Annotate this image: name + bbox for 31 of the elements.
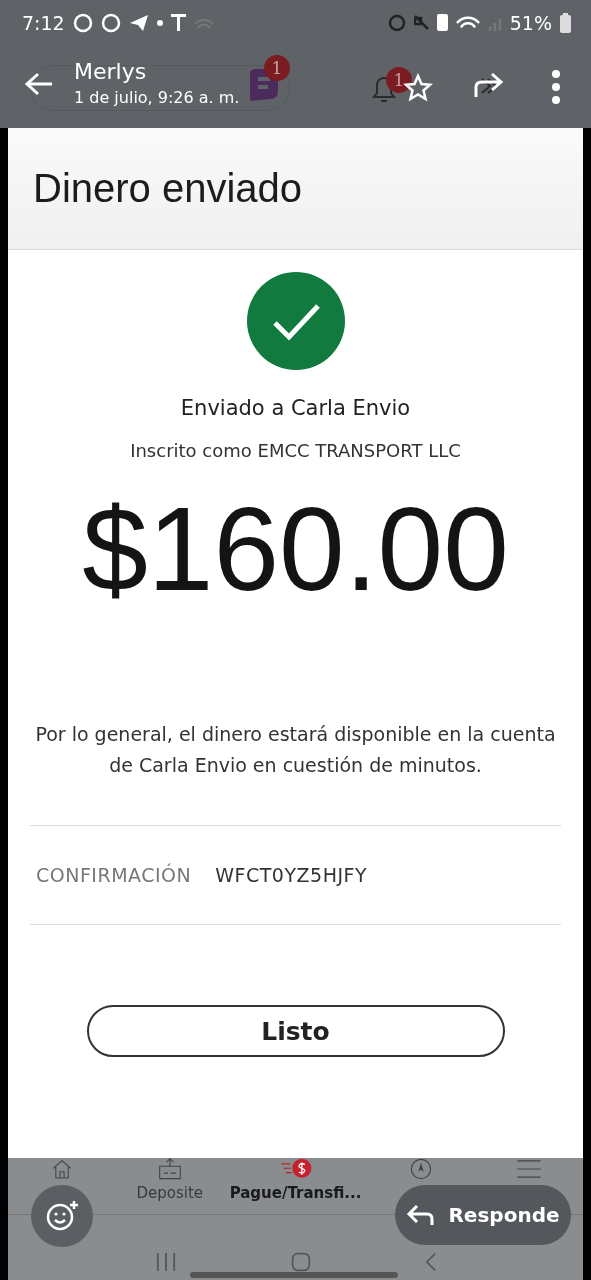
notification-badge: 1 (386, 67, 412, 93)
battery-percentage: 51% (509, 11, 552, 34)
confirmation-label: CONFIRMACIÓN (36, 864, 192, 886)
confirmation-number: WFCT0YZ5HJFY (215, 864, 368, 886)
success-check-icon (246, 272, 345, 370)
alarm-icon (387, 13, 406, 32)
amount-text: $160.00 (82, 482, 509, 617)
star-icon[interactable] (403, 73, 433, 103)
enrolled-name: Inscrito como EMCC TRANSPORT LLC (130, 440, 461, 461)
wifi-icon (193, 16, 214, 29)
more-options-icon[interactable] (550, 69, 562, 105)
status-time: 7:12 (22, 11, 65, 34)
reply-arrow-icon (406, 1203, 437, 1227)
wifi-icon (455, 16, 480, 29)
reply-button[interactable]: Responde (395, 1185, 571, 1245)
smiley-icon (45, 1199, 79, 1233)
page-title: Dinero enviado (33, 166, 303, 211)
carrier-logo-icon (170, 14, 186, 31)
back-icon[interactable] (423, 1252, 438, 1272)
dot-icon (156, 19, 163, 26)
message-date: 1 de julio, 9:26 a. m. (74, 88, 240, 108)
back-arrow-icon[interactable] (24, 71, 54, 97)
paper-plane-icon (128, 13, 149, 32)
sender-name: Merlys (74, 59, 147, 85)
availability-note: Por lo general, el dinero estará disponible en la cuenta de Carla Envio en cuestión de minutos. (34, 722, 557, 778)
battery-icon (560, 12, 571, 33)
battery-saver-icon (436, 14, 448, 31)
recipient-text: Enviado a Carla Envio (180, 396, 411, 420)
done-button[interactable]: Listo (86, 1005, 505, 1057)
notification-badge: 1 (264, 55, 290, 81)
nav-tab[interactable]: Pague/Transfi... (223, 1158, 368, 1202)
